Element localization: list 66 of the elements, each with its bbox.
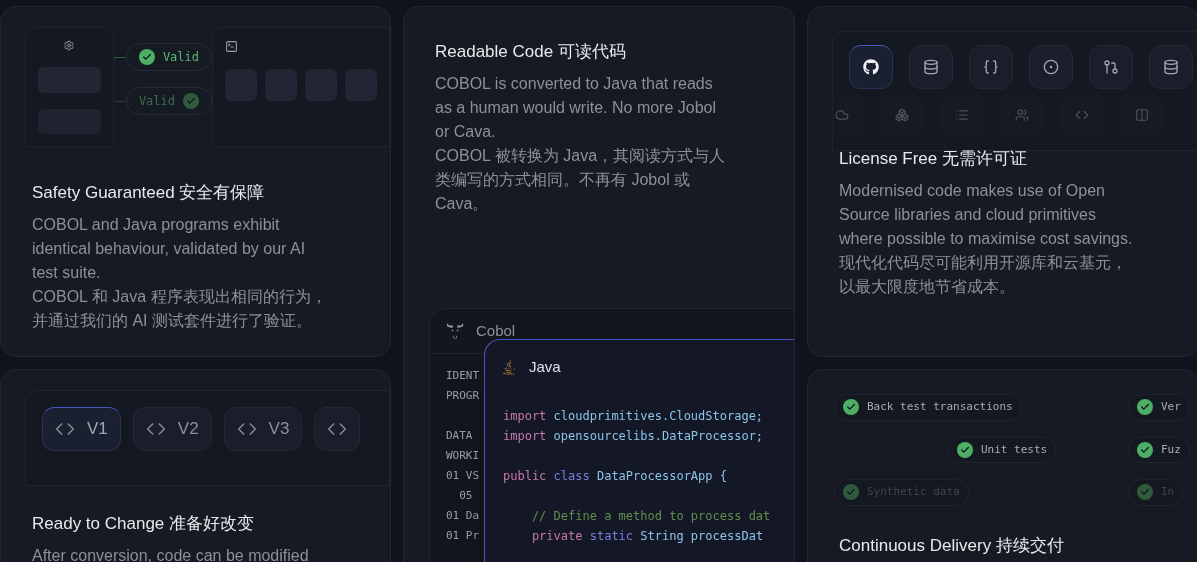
bull-icon	[446, 322, 464, 340]
card-description: Modernised code makes use of Open Source libraries and cloud primitives where possible to maximise cost savings.	[839, 181, 1134, 249]
valid-pill: Valid	[125, 43, 212, 71]
check-icon	[138, 49, 155, 65]
version-tab[interactable]: V1	[42, 407, 121, 451]
target-icon	[1043, 59, 1059, 75]
code-line: import opensourcelibs.DataProcessor;	[503, 428, 764, 445]
card-title: License Free 无需许可证	[839, 148, 1028, 170]
integration-tile[interactable]	[969, 45, 1013, 89]
code-line: // Define a method to process dat	[530, 508, 771, 525]
card-title: Safety Guaranteed 安全有保障	[32, 182, 266, 204]
window-title: Cobol	[476, 320, 516, 341]
database-icon	[1163, 59, 1179, 75]
code-line: WORKI	[446, 448, 480, 464]
card-title: Ready to Change 准备好改变	[32, 513, 256, 535]
card-title: Continuous Delivery 持续交付	[839, 534, 1065, 557]
code-line: import cloudprimitives.CloudStorage;	[503, 408, 764, 425]
check-pill: Unit tests	[948, 436, 1057, 463]
valid-pill: Valid	[125, 87, 212, 115]
code-line: 01 Da	[446, 508, 480, 524]
check-icon	[183, 93, 199, 109]
integration-tile[interactable]	[1149, 45, 1193, 89]
code-line: DATA	[446, 428, 473, 444]
code-line: 01 Pr	[446, 528, 480, 544]
window-title: Java	[529, 356, 561, 377]
card-description: COBOL is converted to Java that reads as a human would write. No more Jobol or Cava.	[435, 74, 718, 142]
check-icon	[1137, 484, 1153, 501]
card-description: COBOL 被转换为 Java，其阅读方式与人类编写的方式相同。不再有 Jobol 或 Cava。	[435, 146, 727, 214]
card-title: Readable Code 可读代码	[435, 41, 627, 63]
check-icon	[1137, 441, 1153, 458]
check-pill: Ver	[1128, 394, 1190, 421]
circles-icon	[895, 108, 909, 122]
code-line: private static String processDat	[530, 528, 764, 545]
version-tab[interactable]	[314, 407, 361, 451]
integration-tile[interactable]	[1029, 45, 1073, 89]
database-icon	[923, 59, 939, 75]
check-icon	[1137, 399, 1153, 416]
check-icon	[843, 399, 859, 416]
columns-icon	[1135, 108, 1149, 122]
code-line: IDENT	[446, 368, 480, 384]
braces-icon	[983, 59, 999, 75]
settings-icon	[62, 40, 77, 52]
code-line: public class DataProcessorApp {	[503, 468, 727, 485]
card-description: 现代化代码尽可能利用开源库和云基元，以最大限度地节省成本。	[839, 253, 1128, 297]
check-pill: Back test transactions	[834, 394, 1022, 421]
code-line: PROGR	[446, 388, 480, 404]
list-icon	[955, 108, 969, 122]
pull-request-icon	[1103, 59, 1119, 75]
check-icon	[843, 484, 859, 501]
code-line: 01 VS	[446, 468, 480, 484]
code-line: 05	[458, 488, 473, 504]
github-icon	[863, 59, 879, 75]
code-icon	[1075, 108, 1089, 122]
card-description: COBOL 和 Java 程序表现出相同的行为，并通过我们的 AI 测试套件进行了验证。	[32, 287, 328, 331]
cloud-icon	[835, 108, 849, 122]
version-tab[interactable]: V3	[223, 407, 303, 451]
card-description: COBOL and Java programs exhibit identical behaviour, validated by our AI test suite.	[32, 215, 307, 283]
integration-tile[interactable]	[849, 45, 893, 89]
integration-tile[interactable]	[909, 45, 953, 89]
version-tab[interactable]: V2	[132, 407, 212, 451]
integration-tile[interactable]	[1089, 45, 1133, 89]
users-icon	[1015, 108, 1029, 122]
java-icon	[501, 359, 517, 375]
check-icon	[957, 441, 973, 458]
terminal-icon	[225, 40, 238, 53]
check-pill: Fuz	[1128, 436, 1190, 463]
